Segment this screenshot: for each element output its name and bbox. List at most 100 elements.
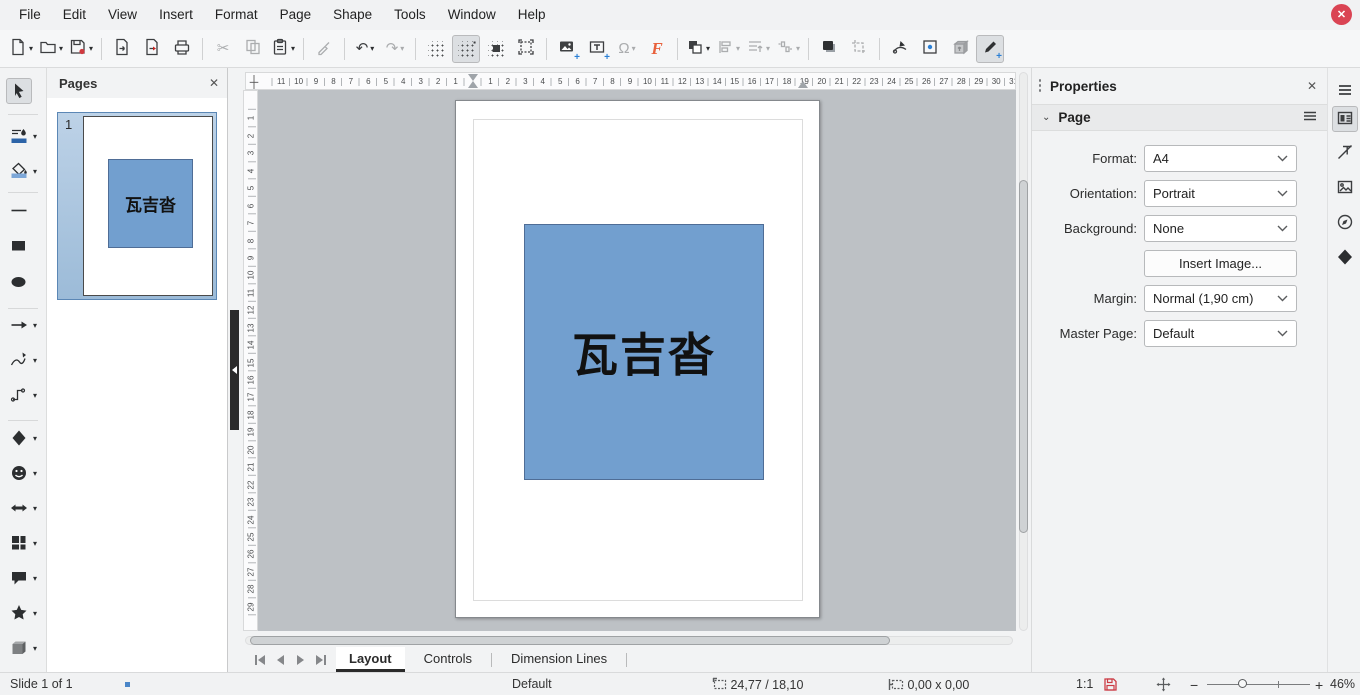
menu-view[interactable]: View bbox=[97, 7, 148, 22]
snap-to-grid-button[interactable]: ▪ bbox=[452, 35, 480, 63]
insert-image-button[interactable]: + bbox=[553, 35, 581, 63]
section-menu-icon[interactable] bbox=[1303, 110, 1317, 125]
zoom-slider-track[interactable] bbox=[1207, 684, 1310, 685]
curves-and-polygons-tool[interactable]: ▾ bbox=[6, 346, 46, 374]
symbol-shapes-tool[interactable]: ▾ bbox=[6, 459, 46, 487]
undo-button[interactable]: ↶▾ bbox=[351, 35, 379, 63]
show-draw-functions-button[interactable]: + bbox=[976, 35, 1004, 63]
previous-page-button[interactable] bbox=[270, 651, 290, 669]
navigator-tab[interactable] bbox=[1332, 210, 1358, 236]
horizontal-scrollbar[interactable] bbox=[245, 634, 1013, 647]
tab-controls[interactable]: Controls bbox=[411, 647, 485, 672]
vertical-scrollbar[interactable] bbox=[1016, 72, 1031, 631]
edit-points-button[interactable] bbox=[886, 35, 914, 63]
margin-marker-top-icon[interactable] bbox=[468, 74, 478, 81]
hide-pages-panel-handle[interactable] bbox=[230, 310, 239, 430]
insert-text-box-button[interactable]: + bbox=[583, 35, 611, 63]
margin-select[interactable]: Normal (1,90 cm) bbox=[1144, 285, 1297, 312]
ellipse-tool[interactable] bbox=[6, 268, 46, 296]
page[interactable]: 瓦吉沓 bbox=[455, 100, 820, 618]
toolbar-separator bbox=[677, 38, 678, 60]
menu-format[interactable]: Format bbox=[204, 7, 269, 22]
print-button[interactable] bbox=[168, 35, 196, 63]
shadow-button[interactable] bbox=[815, 35, 843, 63]
arrange-button[interactable]: ▾ bbox=[684, 35, 712, 63]
menu-window[interactable]: Window bbox=[437, 7, 507, 22]
properties-tab[interactable] bbox=[1332, 106, 1358, 132]
fill-color-tool[interactable]: ▾ bbox=[6, 157, 46, 185]
menu-edit[interactable]: Edit bbox=[52, 7, 97, 22]
tab-layout[interactable]: Layout bbox=[336, 647, 405, 672]
insert-image-button[interactable]: Insert Image... bbox=[1144, 250, 1297, 277]
glue-points-button[interactable] bbox=[916, 35, 944, 63]
page-style[interactable]: Default bbox=[512, 677, 552, 691]
paste-button[interactable]: ▾ bbox=[269, 35, 297, 63]
line-color-tool[interactable]: ▾ bbox=[6, 122, 46, 150]
menu-tools[interactable]: Tools bbox=[383, 7, 437, 22]
close-icon[interactable]: ✕ bbox=[1307, 79, 1317, 93]
fontwork-button[interactable]: F bbox=[643, 35, 671, 63]
open-button[interactable]: ▾ bbox=[37, 35, 65, 63]
fit-slide-button[interactable] bbox=[1156, 677, 1171, 693]
vertical-ruler[interactable]: 1234567891011121314151617181920212223242… bbox=[243, 90, 258, 631]
background-select[interactable]: None bbox=[1144, 215, 1297, 242]
save-button[interactable]: ▾ bbox=[67, 35, 95, 63]
display-grid-button[interactable] bbox=[422, 35, 450, 63]
stars-and-banners-tool[interactable]: ▾ bbox=[6, 599, 46, 627]
close-icon[interactable]: ✕ bbox=[209, 76, 219, 90]
callouts-tool[interactable]: ▾ bbox=[6, 564, 46, 592]
menu-insert[interactable]: Insert bbox=[148, 7, 204, 22]
zoom-level[interactable]: 46% bbox=[1330, 677, 1355, 691]
next-page-button[interactable] bbox=[290, 651, 310, 669]
3d-objects-tool[interactable]: ▾ bbox=[6, 634, 46, 662]
menu-file[interactable]: File bbox=[8, 7, 52, 22]
slide-info[interactable]: Slide 1 of 1 bbox=[10, 677, 73, 691]
new-document-button[interactable]: ▾ bbox=[7, 35, 35, 63]
menu-shape[interactable]: Shape bbox=[322, 7, 383, 22]
block-arrows-tool[interactable]: ▾ bbox=[6, 494, 46, 522]
rectangle-tool[interactable] bbox=[6, 232, 46, 260]
insert-line-tool[interactable] bbox=[6, 196, 46, 224]
zoom-slider-knob[interactable] bbox=[1238, 679, 1247, 688]
first-page-button[interactable] bbox=[250, 651, 270, 669]
scrollbar-thumb[interactable] bbox=[1019, 180, 1028, 533]
export-button[interactable] bbox=[108, 35, 136, 63]
sidebar-settings-tab[interactable] bbox=[1332, 78, 1358, 104]
flowchart-tool[interactable]: ▾ bbox=[6, 529, 46, 557]
snap-guides-button[interactable] bbox=[512, 35, 540, 63]
select-tool[interactable] bbox=[6, 77, 46, 105]
drawing-canvas[interactable]: 瓦吉沓 bbox=[258, 90, 1016, 631]
orientation-select[interactable]: Portrait bbox=[1144, 180, 1297, 207]
window-close-button[interactable]: ✕ bbox=[1331, 4, 1352, 25]
connectors-tool[interactable]: ▾ bbox=[6, 381, 46, 409]
chevron-down-icon: ▾ bbox=[736, 44, 740, 53]
menu-page[interactable]: Page bbox=[269, 7, 323, 22]
styles-tab[interactable] bbox=[1332, 140, 1358, 166]
master-page-select[interactable]: Default bbox=[1144, 320, 1297, 347]
drag-grip-icon[interactable] bbox=[1038, 78, 1042, 94]
menu-help[interactable]: Help bbox=[507, 7, 557, 22]
scale-indicator[interactable]: 1:1 bbox=[1076, 677, 1093, 691]
basic-shapes-tool[interactable]: ▾ bbox=[6, 424, 46, 452]
export-pdf-button[interactable] bbox=[138, 35, 166, 63]
page-section-header[interactable]: ⌄ Page bbox=[1032, 104, 1327, 131]
helplines-while-moving-button[interactable] bbox=[482, 35, 510, 63]
last-page-button[interactable] bbox=[310, 651, 330, 669]
scrollbar-thumb[interactable] bbox=[250, 636, 890, 645]
document-modified-indicator[interactable] bbox=[1103, 677, 1118, 693]
tab-dimension-lines[interactable]: Dimension Lines bbox=[498, 647, 620, 672]
pages-panel-header: Pages ✕ bbox=[47, 68, 227, 98]
horizontal-ruler[interactable]: 1110987654321123456789101112131415161718… bbox=[245, 72, 1016, 90]
zoom-in-button[interactable]: + bbox=[1315, 677, 1323, 693]
gallery-tab[interactable] bbox=[1332, 175, 1358, 201]
object-size[interactable]: 0,00 x 0,00 bbox=[888, 677, 969, 692]
page-thumbnail[interactable]: 1 瓦吉沓 bbox=[57, 112, 217, 300]
zoom-out-button[interactable]: − bbox=[1190, 677, 1198, 693]
blue-rectangle-shape[interactable]: 瓦吉沓 bbox=[524, 224, 764, 480]
cursor-position[interactable]: 24,77 / 18,10 bbox=[712, 677, 803, 692]
shapes-tab[interactable] bbox=[1332, 245, 1358, 271]
format-select[interactable]: A4 bbox=[1144, 145, 1297, 172]
margin-marker-bottom-icon[interactable] bbox=[468, 81, 478, 88]
indent-marker-icon[interactable] bbox=[798, 81, 808, 88]
lines-and-arrows-tool[interactable]: ▾ bbox=[6, 311, 46, 339]
